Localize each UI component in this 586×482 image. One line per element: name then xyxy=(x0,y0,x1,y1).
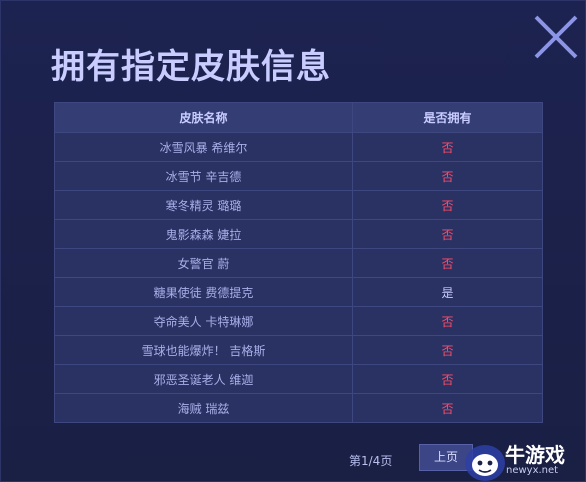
owned-status-cell: 否 xyxy=(352,190,543,220)
table-header-row: 皮肤名称 是否拥有 xyxy=(54,102,543,133)
skin-table: 皮肤名称 是否拥有 冰雪风暴 希维尔否冰雪节 辛吉德否寒冬精灵 璐璐否鬼影森森 … xyxy=(54,102,543,423)
table-row: 海贼 瑞兹否 xyxy=(54,393,543,423)
close-icon[interactable] xyxy=(532,13,580,61)
table-row: 冰雪节 辛吉德否 xyxy=(54,161,543,191)
skin-name-cell: 冰雪风暴 希维尔 xyxy=(54,132,353,162)
skin-name-cell: 夺命美人 卡特琳娜 xyxy=(54,306,353,336)
table-row: 鬼影森森 婕拉否 xyxy=(54,219,543,249)
skin-name-cell: 糖果使徒 费德提克 xyxy=(54,277,353,307)
skin-name-cell: 寒冬精灵 璐璐 xyxy=(54,190,353,220)
dialog-panel: 拥有指定皮肤信息 皮肤名称 是否拥有 冰雪风暴 希维尔否冰雪节 辛吉德否寒冬精灵… xyxy=(0,0,586,482)
owned-status-cell: 否 xyxy=(352,393,543,423)
owned-status-cell: 否 xyxy=(352,335,543,365)
owned-status-cell: 否 xyxy=(352,248,543,278)
header-owned: 是否拥有 xyxy=(352,102,543,133)
owned-status-cell: 否 xyxy=(352,364,543,394)
skin-name-cell: 冰雪节 辛吉德 xyxy=(54,161,353,191)
owned-status-cell: 否 xyxy=(352,219,543,249)
skin-name-cell: 鬼影森森 婕拉 xyxy=(54,219,353,249)
owned-status-cell: 是 xyxy=(352,277,543,307)
table-row: 夺命美人 卡特琳娜否 xyxy=(54,306,543,336)
dialog-title: 拥有指定皮肤信息 xyxy=(51,47,331,87)
header-skin-name: 皮肤名称 xyxy=(54,102,353,133)
table-row: 冰雪风暴 希维尔否 xyxy=(54,132,543,162)
table-row: 女警官 蔚否 xyxy=(54,248,543,278)
skin-name-cell: 女警官 蔚 xyxy=(54,248,353,278)
owned-status-cell: 否 xyxy=(352,161,543,191)
owned-status-cell: 否 xyxy=(352,132,543,162)
table-row: 邪恶圣诞老人 维迦否 xyxy=(54,364,543,394)
watermark-brand: 牛游戏 xyxy=(505,443,565,467)
table-row: 寒冬精灵 璐璐否 xyxy=(54,190,543,220)
skin-name-cell: 海贼 瑞兹 xyxy=(54,393,353,423)
watermark-url: newyx.net xyxy=(506,465,559,476)
skin-name-cell: 雪球也能爆炸！ 吉格斯 xyxy=(54,335,353,365)
owned-status-cell: 否 xyxy=(352,306,543,336)
skin-name-cell: 邪恶圣诞老人 维迦 xyxy=(54,364,353,394)
table-row: 糖果使徒 费德提克是 xyxy=(54,277,543,307)
page-indicator: 第1/4页 xyxy=(349,454,393,468)
table-row: 雪球也能爆炸！ 吉格斯否 xyxy=(54,335,543,365)
